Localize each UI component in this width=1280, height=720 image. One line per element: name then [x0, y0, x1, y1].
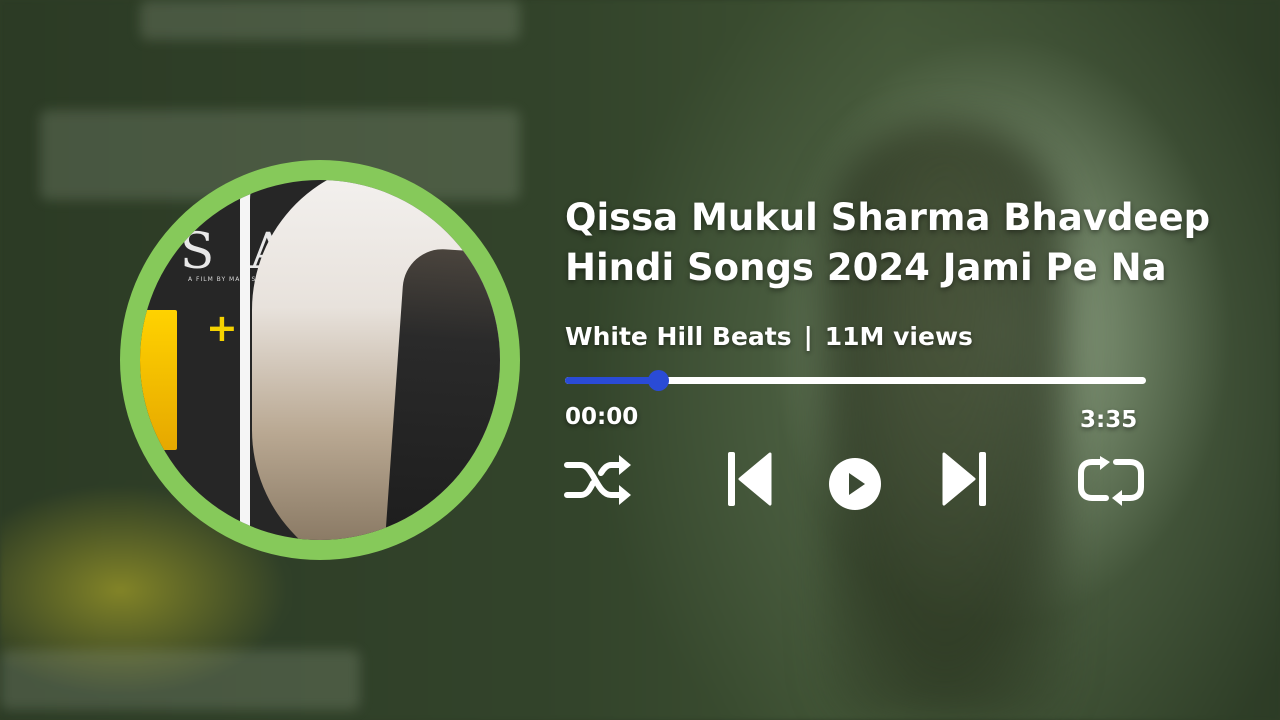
repeat-button[interactable] — [1076, 456, 1146, 508]
progress-thumb[interactable] — [647, 370, 669, 391]
progress-fill — [565, 377, 658, 384]
channel-name[interactable]: White Hill Beats — [565, 322, 792, 351]
track-meta: White Hill Beats | 11M views — [565, 322, 973, 351]
play-button[interactable] — [827, 456, 883, 512]
cover-badge — [140, 310, 177, 450]
background-blur-text — [140, 0, 520, 40]
repeat-icon — [1078, 456, 1144, 506]
background-blur-block — [0, 650, 360, 710]
skip-next-icon — [942, 452, 986, 506]
skip-previous-icon — [728, 452, 772, 506]
play-circle-icon — [829, 458, 881, 510]
cover-plus: + — [206, 306, 238, 350]
next-button[interactable] — [940, 450, 988, 508]
album-cover: + S A A FILM BY MANI SHERGILL — [140, 180, 500, 540]
view-count: 11M views — [824, 322, 973, 351]
shuffle-button[interactable] — [563, 449, 633, 511]
current-time: 00:00 — [565, 404, 639, 430]
album-art-disc: + S A A FILM BY MANI SHERGILL — [120, 160, 520, 560]
previous-button[interactable] — [726, 450, 774, 508]
shuffle-icon — [564, 455, 631, 505]
cover-person — [384, 246, 500, 540]
meta-separator: | — [803, 322, 813, 351]
total-time: 3:35 — [1080, 407, 1138, 433]
track-title: Qissa Mukul Sharma Bhavdeep Hindi Songs … — [565, 196, 1211, 289]
progress-bar[interactable] — [565, 370, 1146, 391]
